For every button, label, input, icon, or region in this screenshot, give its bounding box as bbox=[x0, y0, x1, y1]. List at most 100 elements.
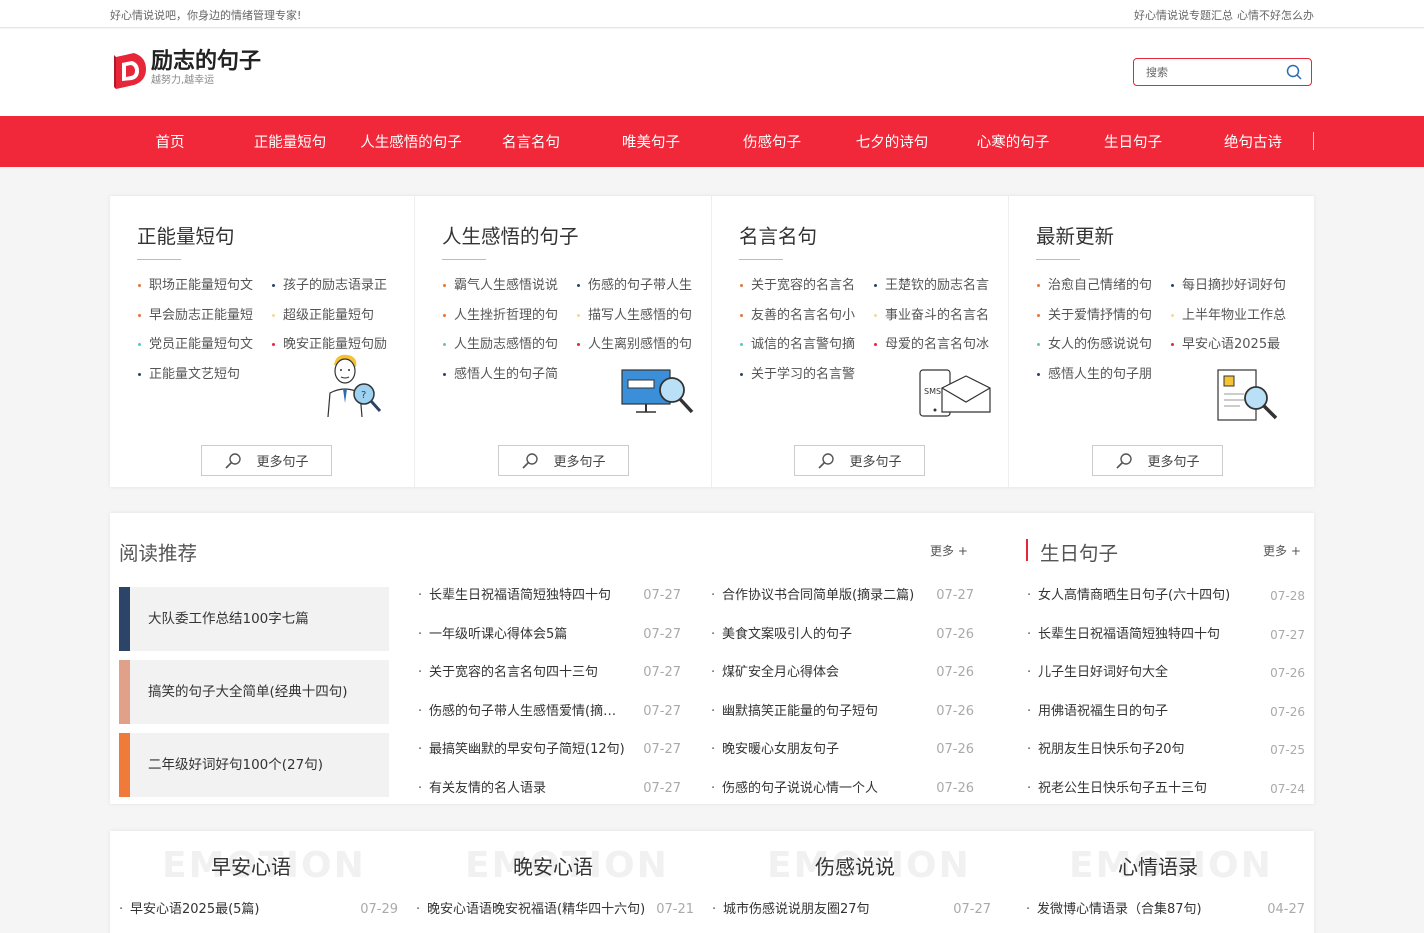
category-link[interactable]: 伤感的句子带人生 bbox=[576, 271, 712, 301]
nav-birthday[interactable]: 生日句子 bbox=[1104, 116, 1162, 167]
nav-home[interactable]: 首页 bbox=[156, 116, 185, 167]
category-link[interactable]: 关于宽容的名言名 bbox=[739, 271, 873, 301]
article-title: 祝老公生日快乐句子五十三句 bbox=[1038, 780, 1208, 796]
list-item[interactable]: 儿子生日好词好句大全 07-26 bbox=[1027, 654, 1305, 693]
article-date: 07-26 bbox=[936, 780, 974, 796]
featured-article[interactable]: 搞笑的句子大全简单(经典十四句) bbox=[119, 660, 389, 724]
category-link[interactable]: 霸气人生感悟说说 bbox=[442, 271, 576, 301]
nav-beautiful[interactable]: 唯美句子 bbox=[622, 116, 680, 167]
mood-section-title[interactable]: 伤感说说 bbox=[815, 851, 895, 880]
category-link[interactable]: 上半年物业工作总 bbox=[1170, 301, 1306, 331]
category-link[interactable]: 职场正能量短句文 bbox=[137, 271, 271, 301]
nav-qixi[interactable]: 七夕的诗句 bbox=[856, 116, 929, 167]
more-sentences-button[interactable]: 更多句子 bbox=[498, 445, 629, 476]
category-title[interactable]: 人生感悟的句子 bbox=[442, 220, 579, 249]
list-item[interactable]: 一年级听课心得体会5篇 07-27 bbox=[418, 616, 681, 655]
site-logo[interactable]: 励志的句子 越努力,越幸运 bbox=[112, 49, 261, 89]
section-accent-bar bbox=[1026, 539, 1028, 561]
category-link[interactable]: 友善的名言名句小 bbox=[739, 301, 873, 331]
title-underline bbox=[739, 259, 783, 260]
category-link[interactable]: 人生离别感悟的句 bbox=[576, 330, 712, 360]
list-item[interactable]: 晚安心语语晚安祝福语(精华四十六句) 07-21 bbox=[416, 891, 694, 930]
list-item[interactable]: 伤感的句子说说心情一个人 07-26 bbox=[711, 770, 974, 809]
list-item[interactable]: 城市伤感说说朋友圈27句 07-27 bbox=[712, 891, 991, 930]
list-item[interactable]: 晚安暖心女朋友句子 07-26 bbox=[711, 731, 974, 770]
nav-heartcold[interactable]: 心寒的句子 bbox=[977, 116, 1050, 167]
category-link[interactable]: 人生挫折哲理的句 bbox=[442, 301, 576, 331]
mood-section-title[interactable]: 早安心语 bbox=[211, 851, 291, 880]
category-link[interactable]: 母爱的名言名句冰 bbox=[873, 330, 1009, 360]
category-link[interactable]: 治愈自己情绪的句 bbox=[1036, 271, 1170, 301]
category-link[interactable]: 党员正能量短句文 bbox=[137, 330, 271, 360]
list-item[interactable]: 祝朋友生日快乐句子20句 07-25 bbox=[1027, 731, 1305, 770]
nav-positive[interactable]: 正能量短句 bbox=[254, 116, 327, 167]
category-life: 人生感悟的句子 霸气人生感悟说说 伤感的句子带人生 人生挫折哲理的句 描写人生感… bbox=[415, 196, 712, 487]
nav-poems[interactable]: 绝句古诗 bbox=[1224, 116, 1282, 167]
category-link[interactable]: 孩子的励志语录正 bbox=[271, 271, 407, 301]
more-sentences-button[interactable]: 更多句子 bbox=[201, 445, 332, 476]
list-item[interactable]: 煤矿安全月心得体会 07-26 bbox=[711, 654, 974, 693]
nav-quotes[interactable]: 名言名句 bbox=[502, 116, 560, 167]
article-date: 07-27 bbox=[643, 588, 681, 603]
list-item[interactable]: 早安心语2025最(5篇) 07-29 bbox=[119, 891, 398, 930]
mood-section-title[interactable]: 心情语录 bbox=[1118, 851, 1198, 880]
category-link[interactable]: 事业奋斗的名言名 bbox=[873, 301, 1009, 331]
article-date: 07-27 bbox=[1270, 627, 1305, 642]
article-date: 07-26 bbox=[936, 665, 974, 680]
search-input[interactable] bbox=[1146, 64, 1276, 80]
top-link-mood[interactable]: 心情不好怎么办 bbox=[1237, 7, 1314, 23]
list-item[interactable]: 有关友情的名人语录 07-27 bbox=[418, 770, 681, 809]
category-link[interactable]: 人生励志感悟的句 bbox=[442, 330, 576, 360]
article-date: 07-21 bbox=[656, 902, 694, 917]
featured-article[interactable]: 二年级好词好句100个(27句) bbox=[119, 733, 389, 797]
list-item[interactable]: 关于宽容的名言名句四十三句 07-27 bbox=[418, 654, 681, 693]
list-item[interactable]: 最搞笑幽默的早安句子简短(12句) 07-27 bbox=[418, 731, 681, 770]
category-link[interactable]: 早安心语2025最 bbox=[1170, 330, 1306, 360]
category-link[interactable]: 感悟人生的句子简 bbox=[442, 360, 576, 390]
list-item[interactable]: 合作协议书合同简单版(摘录二篇) 07-27 bbox=[711, 577, 974, 616]
list-item[interactable]: 女人高情商晒生日句子(六十四句) 07-28 bbox=[1027, 577, 1305, 616]
more-sentences-button[interactable]: 更多句子 bbox=[794, 445, 925, 476]
list-item[interactable]: 用佛语祝福生日的句子 07-26 bbox=[1027, 693, 1305, 732]
list-item[interactable]: 美食文案吸引人的句子 07-26 bbox=[711, 616, 974, 655]
article-title: 有关友情的名人语录 bbox=[429, 780, 547, 796]
birthday-more-link[interactable]: 更多 + bbox=[1263, 542, 1301, 559]
category-link[interactable]: 王楚钦的励志名言 bbox=[873, 271, 1009, 301]
featured-article[interactable]: 大队委工作总结100字七篇 bbox=[119, 587, 389, 651]
article-title: 合作协议书合同简单版(摘录二篇) bbox=[722, 588, 915, 603]
list-item[interactable]: 长辈生日祝福语简短独特四十句 07-27 bbox=[418, 577, 681, 616]
category-positive: 正能量短句 职场正能量短句文 孩子的励志语录正 早会励志正能量短 超级正能量短句… bbox=[110, 196, 415, 487]
article-date: 07-27 bbox=[936, 588, 974, 603]
mood-list: 发微博心情语录（合集87句) 04-27 bbox=[1026, 891, 1305, 930]
list-item[interactable]: 祝老公生日快乐句子五十三句 07-24 bbox=[1027, 770, 1305, 809]
list-item[interactable]: 长辈生日祝福语简短独特四十句 07-27 bbox=[1027, 616, 1305, 655]
search-icon[interactable] bbox=[1286, 64, 1302, 80]
logo-book-icon bbox=[114, 53, 146, 89]
article-title: 发微博心情语录（合集87句) bbox=[1037, 902, 1202, 917]
category-link[interactable]: 感悟人生的句子朋 bbox=[1036, 360, 1170, 390]
category-link[interactable]: 关于学习的名言警 bbox=[739, 360, 873, 390]
nav-sad[interactable]: 伤感句子 bbox=[743, 116, 801, 167]
category-link[interactable]: 描写人生感悟的句 bbox=[576, 301, 712, 331]
category-link[interactable]: 超级正能量短句 bbox=[271, 301, 407, 331]
top-links: 好心情说说专题汇总 心情不好怎么办 bbox=[1134, 7, 1314, 23]
category-title[interactable]: 最新更新 bbox=[1036, 220, 1114, 249]
more-sentences-button[interactable]: 更多句子 bbox=[1092, 445, 1223, 476]
list-item[interactable]: 幽默搞笑正能量的句子短句 07-26 bbox=[711, 693, 974, 732]
category-panel: 正能量短句 职场正能量短句文 孩子的励志语录正 早会励志正能量短 超级正能量短句… bbox=[110, 196, 1314, 487]
mood-section-title[interactable]: 晚安心语 bbox=[513, 851, 593, 880]
category-link[interactable]: 早会励志正能量短 bbox=[137, 301, 271, 331]
category-link[interactable]: 正能量文艺短句 bbox=[137, 360, 271, 390]
list-item[interactable]: 发微博心情语录（合集87句) 04-27 bbox=[1026, 891, 1305, 930]
category-link[interactable]: 关于爱情抒情的句 bbox=[1036, 301, 1170, 331]
list-item[interactable]: 伤感的句子带人生感悟爱情(摘录三十八句) 07-27 bbox=[418, 693, 681, 732]
mood-panel: EMOTION 早安心语 早安心语2025最(5篇)07-29 EMOTION … bbox=[110, 831, 1314, 933]
category-title[interactable]: 正能量短句 bbox=[137, 220, 235, 249]
nav-life[interactable]: 人生感悟的句子 bbox=[360, 116, 462, 167]
top-link-topics[interactable]: 好心情说说专题汇总 bbox=[1134, 7, 1233, 23]
reading-more-link[interactable]: 更多 + bbox=[930, 542, 968, 559]
category-link[interactable]: 诚信的名言警句摘 bbox=[739, 330, 873, 360]
category-title[interactable]: 名言名句 bbox=[739, 220, 817, 249]
category-link[interactable]: 女人的伤感说说句 bbox=[1036, 330, 1170, 360]
category-link[interactable]: 每日摘抄好词好句 bbox=[1170, 271, 1306, 301]
